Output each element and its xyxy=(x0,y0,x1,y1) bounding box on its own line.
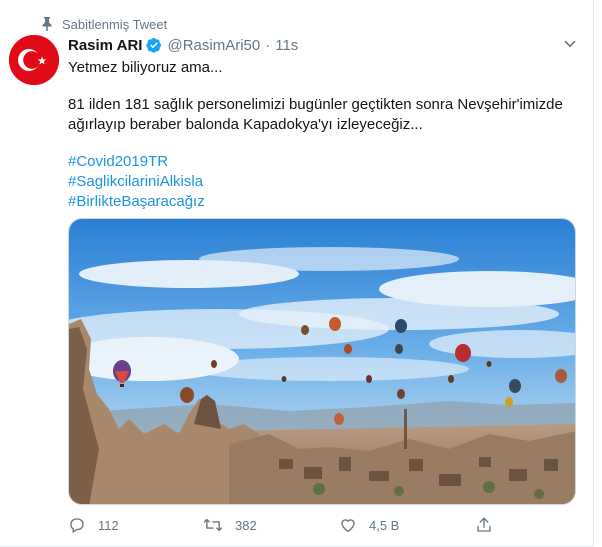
verified-badge-icon xyxy=(146,37,162,53)
pinned-indicator: Sabitlenmiş Tweet xyxy=(42,16,167,32)
separator-dot: · xyxy=(265,36,271,54)
share-button[interactable] xyxy=(475,515,505,535)
tweet-photo[interactable] xyxy=(68,218,576,505)
retweet-button[interactable]: 382 xyxy=(203,515,257,535)
share-icon xyxy=(477,517,491,532)
reply-count: 112 xyxy=(98,517,119,533)
reply-button[interactable]: 112 xyxy=(68,515,119,535)
avatar[interactable] xyxy=(9,35,59,85)
more-options-button[interactable] xyxy=(561,36,579,52)
pinned-label: Sabitlenmiş Tweet xyxy=(62,16,168,32)
tweet-header: Rasim ARI @RasimAri50 · 11s xyxy=(68,35,298,55)
turkish-flag-icon xyxy=(9,35,59,85)
author-name[interactable]: Rasim ARI xyxy=(68,37,142,54)
tweet-actions: 112 382 4,5 B xyxy=(68,515,508,535)
chevron-down-icon xyxy=(564,40,576,48)
tweet-card[interactable]: Sabitlenmiş Tweet Rasim ARI @RasimAri50 … xyxy=(0,0,594,547)
pin-icon xyxy=(42,17,52,31)
cappadocia-balloons-photo xyxy=(69,219,575,504)
reply-icon xyxy=(70,518,84,533)
heart-icon xyxy=(341,519,355,533)
hashtag-covid2019tr[interactable]: #Covid2019TR xyxy=(68,152,578,172)
hashtag-saglikcilarinialkisla[interactable]: #SaglikcilariniAlkisla xyxy=(68,172,578,192)
retweet-count: 382 xyxy=(235,517,257,533)
author-handle[interactable]: @RasimAri50 xyxy=(167,37,260,54)
hashtag-birliktebasaracagiz[interactable]: #BirlikteBaşaracağız xyxy=(68,192,578,212)
tweet-line-1: Yetmez biliyoruz ama... xyxy=(68,59,223,76)
retweet-icon xyxy=(203,518,223,532)
like-button[interactable]: 4,5 B xyxy=(339,515,399,535)
tweet-line-2: 81 ilden 181 sağlık personelimizi bugünl… xyxy=(68,96,563,133)
like-count: 4,5 B xyxy=(369,517,400,533)
tweet-timestamp[interactable]: 11s xyxy=(275,37,298,54)
tweet-text: Yetmez biliyoruz ama... 81 ilden 181 sağ… xyxy=(68,58,578,212)
